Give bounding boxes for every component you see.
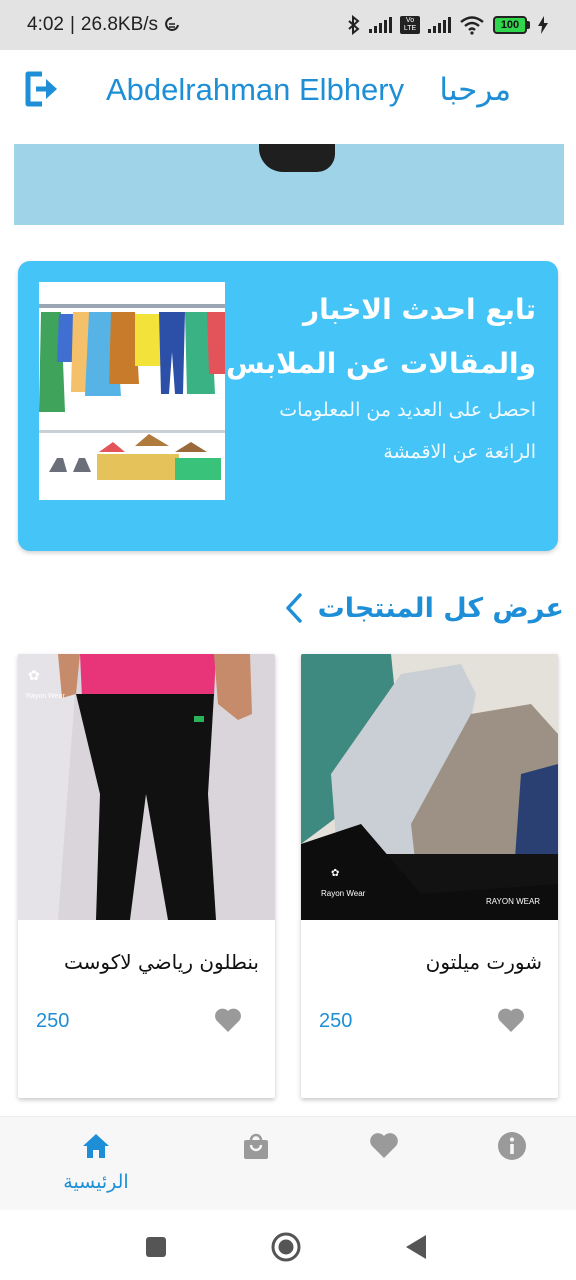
status-time: 4:02	[27, 14, 64, 35]
news-card[interactable]: تابع احدث الاخبار والمقالات عن الملابس ا…	[18, 261, 558, 551]
recents-button[interactable]	[139, 1230, 173, 1264]
product-price: 250	[36, 1010, 70, 1032]
home-circle-icon	[271, 1232, 301, 1262]
status-left: 4:02 | 26.8KB/s	[27, 14, 180, 36]
charging-icon	[538, 16, 548, 34]
news-title-line2: والمقالات عن الملابس	[226, 347, 536, 380]
wifi-icon	[460, 16, 484, 35]
pants-photo: ✿ Rayon Wear	[18, 654, 275, 920]
svg-text:✿: ✿	[28, 668, 40, 684]
heart-icon	[215, 1008, 241, 1032]
news-title-line1: تابع احدث الاخبار	[303, 293, 536, 326]
app-header: Abdelrahman Elbhery مرحبا	[0, 50, 576, 136]
product-name: بنطلون رياضي لاكوست	[64, 950, 259, 974]
data-saver-icon	[165, 17, 180, 31]
heart-icon	[498, 1008, 524, 1032]
nav-item-info[interactable]	[440, 1117, 576, 1211]
nav-item-home[interactable]: الرئيسية	[24, 1117, 168, 1211]
view-all-products-link[interactable]: عرض كل المنتجات	[284, 588, 564, 628]
favorite-button[interactable]	[214, 1007, 242, 1033]
battery-icon: 100	[493, 16, 530, 34]
product-image: ✿ RAYON WEAR Rayon Wear	[301, 654, 558, 920]
product-card[interactable]: ✿ Rayon Wear بنطلون رياضي لاكوست 250	[18, 654, 275, 1098]
home-icon	[83, 1134, 109, 1158]
banner-image	[259, 144, 335, 172]
favorite-button[interactable]	[497, 1007, 525, 1033]
product-image: ✿ Rayon Wear	[18, 654, 275, 920]
nav-label-home: الرئيسية	[63, 1171, 129, 1193]
back-button[interactable]	[400, 1230, 434, 1264]
svg-text:✿: ✿	[331, 868, 339, 879]
greeting-label: مرحبا	[439, 72, 512, 108]
back-icon	[406, 1235, 426, 1259]
view-all-products-label: عرض كل المنتجات	[317, 592, 564, 624]
status-right: Vo LTE 100	[347, 15, 548, 35]
news-subtitle-line1: احصل على العديد من المعلومات	[279, 399, 536, 421]
svg-text:RAYON WEAR: RAYON WEAR	[486, 897, 540, 906]
user-name: Abdelrahman Elbhery	[106, 72, 405, 107]
recents-icon	[146, 1237, 166, 1257]
volte-icon: Vo LTE	[400, 16, 420, 34]
product-card[interactable]: ✿ RAYON WEAR Rayon Wear شورت ميلتون 250	[301, 654, 558, 1098]
status-separator: |	[69, 14, 75, 35]
status-net-speed: 26.8KB/s	[80, 14, 159, 35]
signal-icon	[369, 17, 392, 33]
bluetooth-icon	[348, 15, 360, 35]
product-price: 250	[319, 1010, 353, 1032]
battery-level: 100	[493, 16, 527, 34]
product-name: شورت ميلتون	[425, 950, 542, 974]
system-nav-bar	[0, 1210, 576, 1280]
signal-icon-2	[428, 17, 451, 33]
chevron-left-icon	[285, 593, 302, 623]
news-subtitle-line2: الرائعة عن الاقمشة	[383, 441, 536, 463]
info-icon	[498, 1132, 526, 1160]
nav-item-favorites[interactable]	[312, 1117, 456, 1211]
nav-item-cart[interactable]	[184, 1117, 328, 1211]
heart-icon	[370, 1133, 398, 1158]
status-bar: 4:02 | 26.8KB/s Vo LTE 100	[0, 0, 576, 50]
greeting: Abdelrahman Elbhery مرحبا	[106, 72, 526, 112]
news-card-image	[39, 282, 225, 500]
home-button[interactable]	[269, 1230, 303, 1264]
svg-text:Rayon Wear: Rayon Wear	[321, 889, 366, 898]
bottom-nav: الرئيسية	[0, 1116, 576, 1210]
logout-icon	[25, 71, 57, 107]
logout-button[interactable]	[22, 68, 62, 110]
shorts-photo: ✿ RAYON WEAR Rayon Wear	[301, 654, 558, 920]
clothes-rack-illustration	[39, 282, 225, 500]
svg-text:Rayon Wear: Rayon Wear	[26, 693, 65, 700]
shopping-bag-icon	[244, 1133, 268, 1159]
top-banner[interactable]	[14, 144, 564, 225]
